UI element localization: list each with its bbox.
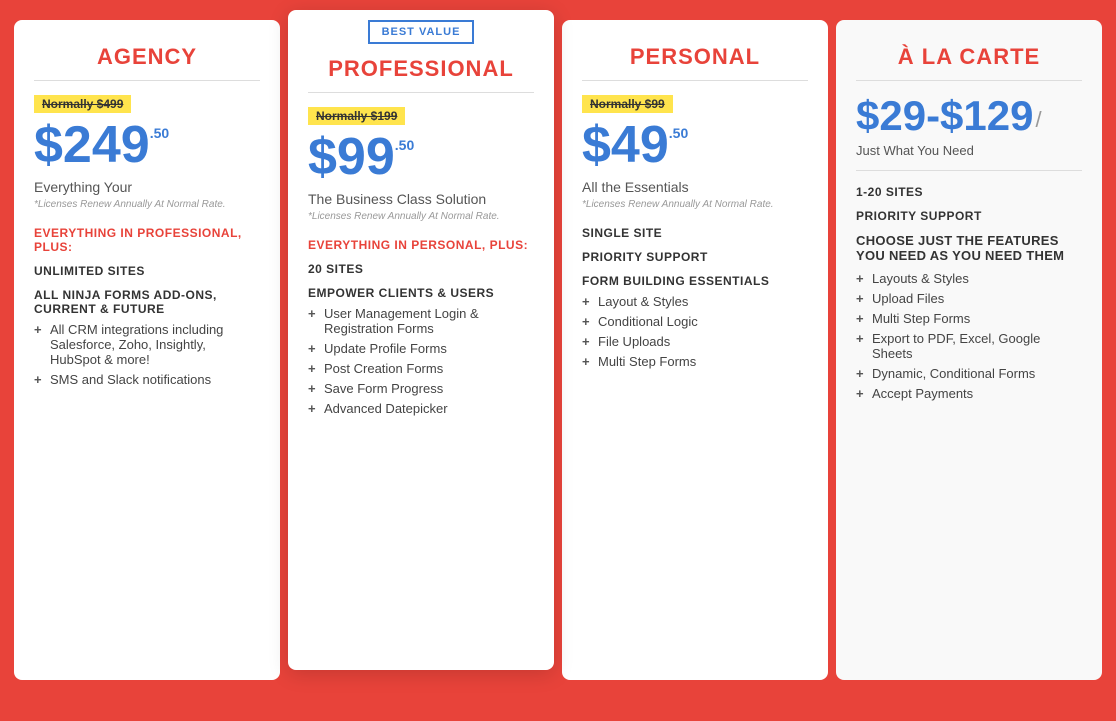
agency-feature-1: SMS and Slack notifications xyxy=(34,372,260,387)
alacarte-feature-3: Export to PDF, Excel, Google Sheets xyxy=(856,331,1082,361)
agency-title: AGENCY xyxy=(34,44,260,70)
professional-feature-3: Save Form Progress xyxy=(308,381,534,396)
alacarte-subtitle: Just What You Need xyxy=(856,143,1082,158)
professional-feature-bold-1: EMPOWER CLIENTS & USERS xyxy=(308,286,534,300)
agency-divider xyxy=(34,80,260,81)
personal-plan-card: PERSONAL Normally $99 $49 .50 All the Es… xyxy=(562,20,828,680)
professional-price-super: .50 xyxy=(395,137,414,153)
professional-feature-0: User Management Login & Registration For… xyxy=(308,306,534,336)
professional-title: PROFESSIONAL xyxy=(308,56,534,82)
agency-feature-bold-0: UNLIMITED SITES xyxy=(34,264,260,278)
alacarte-feature-0: Layouts & Styles xyxy=(856,271,1082,286)
alacarte-feature-2: Multi Step Forms xyxy=(856,311,1082,326)
personal-feature-1: Conditional Logic xyxy=(582,314,808,329)
professional-price: $99 xyxy=(308,131,395,183)
professional-feature-bold-0: 20 SITES xyxy=(308,262,534,276)
alacarte-price-range: $29-$129 xyxy=(856,95,1034,137)
professional-normally: Normally $199 xyxy=(308,107,405,125)
personal-price-row: $49 .50 xyxy=(582,119,808,171)
agency-normally: Normally $499 xyxy=(34,95,131,113)
personal-feature-0: Layout & Styles xyxy=(582,294,808,309)
professional-feature-1: Update Profile Forms xyxy=(308,341,534,356)
personal-divider xyxy=(582,80,808,81)
personal-meta-0: SINGLE SITE xyxy=(582,226,808,240)
alacarte-feature-4: Dynamic, Conditional Forms xyxy=(856,366,1082,381)
professional-renewal: *Licenses Renew Annually At Normal Rate. xyxy=(308,211,534,222)
personal-meta-1: PRIORITY SUPPORT xyxy=(582,250,808,264)
professional-section-label: EVERYTHING IN PERSONAL, PLUS: xyxy=(308,238,534,252)
alacarte-divider2 xyxy=(856,170,1082,171)
alacarte-feature-1: Upload Files xyxy=(856,291,1082,306)
alacarte-meta-0: 1-20 SITES xyxy=(856,185,1082,199)
agency-feature-bold-1: ALL NINJA FORMS ADD-ONS, CURRENT & FUTUR… xyxy=(34,288,260,316)
alacarte-title: À LA CARTE xyxy=(856,44,1082,70)
personal-feature-2: File Uploads xyxy=(582,334,808,349)
personal-price: $49 xyxy=(582,119,669,171)
alacarte-feature-5: Accept Payments xyxy=(856,386,1082,401)
personal-title: PERSONAL xyxy=(582,44,808,70)
professional-divider xyxy=(308,92,534,93)
agency-plan-card: AGENCY Normally $499 $249 .50 Everything… xyxy=(14,20,280,680)
professional-feature-4: Advanced Datepicker xyxy=(308,401,534,416)
agency-feature-0: All CRM integrations including Salesforc… xyxy=(34,322,260,367)
professional-plan-card: BEST VALUE PROFESSIONAL Normally $199 $9… xyxy=(288,10,554,670)
agency-renewal: *Licenses Renew Annually At Normal Rate. xyxy=(34,199,260,210)
personal-price-super: .50 xyxy=(669,125,688,141)
agency-subtitle: Everything Your xyxy=(34,179,260,195)
personal-features-section: FORM BUILDING ESSENTIALS xyxy=(582,274,808,288)
alacarte-meta-1: PRIORITY SUPPORT xyxy=(856,209,1082,223)
alacarte-price-slash: / xyxy=(1036,107,1042,137)
pricing-container: AGENCY Normally $499 $249 .50 Everything… xyxy=(10,20,1106,680)
professional-feature-2: Post Creation Forms xyxy=(308,361,534,376)
personal-renewal: *Licenses Renew Annually At Normal Rate. xyxy=(582,199,808,210)
agency-price: $249 xyxy=(34,119,150,171)
alacarte-price-row: $29-$129 / xyxy=(856,95,1082,137)
alacarte-divider xyxy=(856,80,1082,81)
professional-price-row: $99 .50 xyxy=(308,131,534,183)
professional-subtitle: The Business Class Solution xyxy=(308,191,534,207)
personal-feature-3: Multi Step Forms xyxy=(582,354,808,369)
agency-price-row: $249 .50 xyxy=(34,119,260,171)
personal-subtitle: All the Essentials xyxy=(582,179,808,195)
agency-section-label: EVERYTHING IN PROFESSIONAL, PLUS: xyxy=(34,226,260,254)
agency-price-super: .50 xyxy=(150,125,169,141)
alacarte-plan-card: À LA CARTE $29-$129 / Just What You Need… xyxy=(836,20,1102,680)
alacarte-choose-label: CHOOSE JUST THE FEATURES YOU NEED AS YOU… xyxy=(856,233,1082,263)
best-value-badge: BEST VALUE xyxy=(368,20,475,44)
personal-normally: Normally $99 xyxy=(582,95,673,113)
